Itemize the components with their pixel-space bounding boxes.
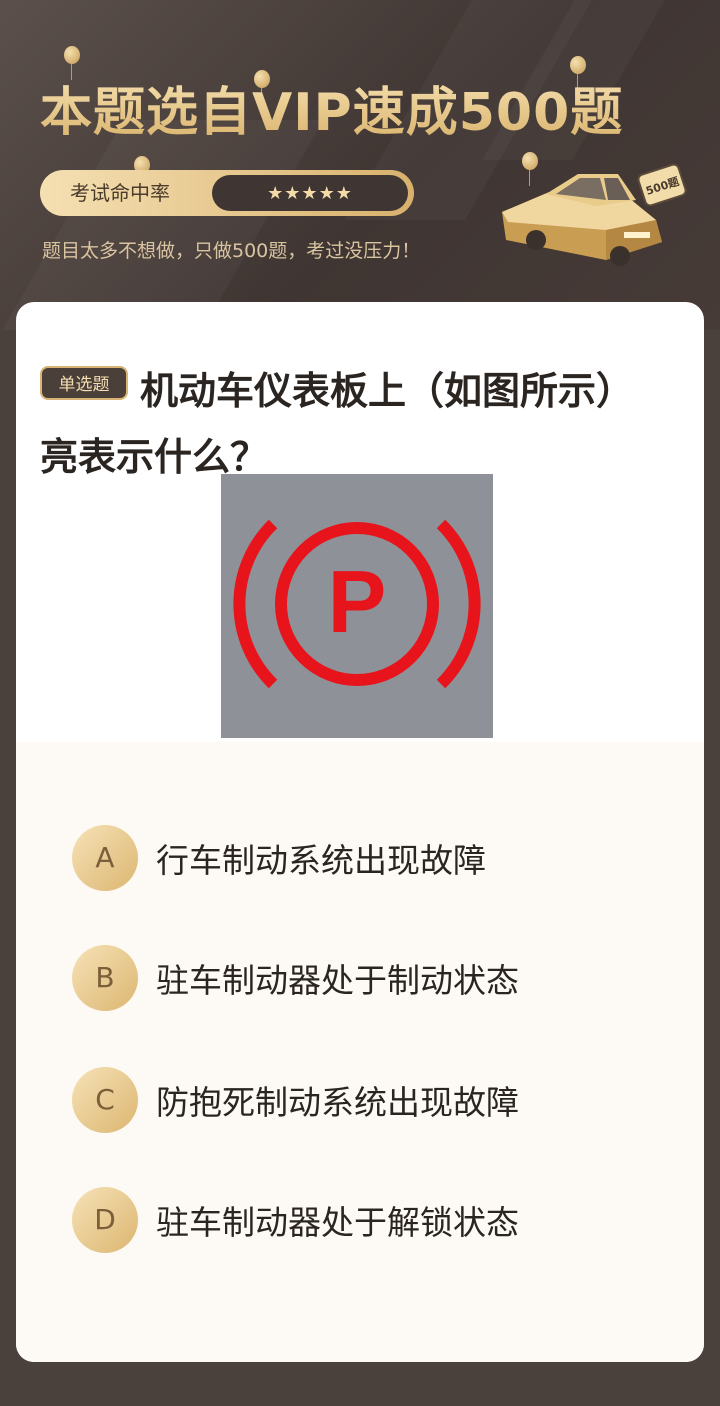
option-letter: A xyxy=(72,825,138,891)
question-card: 机动车仪表板上（如图所示）亮表示什么？ 单选题 P A 行车制动系统出现故障 B… xyxy=(16,302,704,1362)
promo-header: 本题选自VIP速成500题 考试命中率 ★★★★★ 题目太多不想做，只做500题… xyxy=(0,0,720,330)
hit-rate-label: 考试命中率 xyxy=(70,181,170,205)
question-image: P xyxy=(221,474,493,738)
option-d[interactable]: D 驻车制动器处于解锁状态 xyxy=(72,1186,632,1254)
option-text: 驻车制动器处于制动状态 xyxy=(156,961,519,1000)
option-text: 行车制动系统出现故障 xyxy=(156,841,486,880)
question-text: 机动车仪表板上（如图所示）亮表示什么？ xyxy=(40,369,635,479)
option-c[interactable]: C 防抱死制动系统出现故障 xyxy=(72,1066,632,1134)
header-bg-shape xyxy=(0,120,324,330)
star-rating-icon: ★★★★★ xyxy=(212,175,408,211)
option-letter: C xyxy=(72,1067,138,1133)
balloon-icon xyxy=(64,46,80,80)
option-letter: D xyxy=(72,1187,138,1253)
option-b[interactable]: B 驻车制动器处于制动状态 xyxy=(72,944,632,1012)
image-symbol: P xyxy=(328,552,387,651)
option-text: 防抱死制动系统出现故障 xyxy=(156,1083,519,1122)
promo-title: 本题选自VIP速成500题 xyxy=(40,70,623,145)
option-letter: B xyxy=(72,945,138,1011)
option-a[interactable]: A 行车制动系统出现故障 xyxy=(72,824,632,892)
hit-rate-pill: 考试命中率 ★★★★★ xyxy=(40,170,414,216)
option-text: 驻车制动器处于解锁状态 xyxy=(156,1203,519,1242)
promo-subline: 题目太多不想做，只做500题，考过没压力！ xyxy=(42,240,421,262)
question-type-tag: 单选题 xyxy=(40,366,128,400)
parking-brake-warning-icon: P xyxy=(233,519,481,689)
